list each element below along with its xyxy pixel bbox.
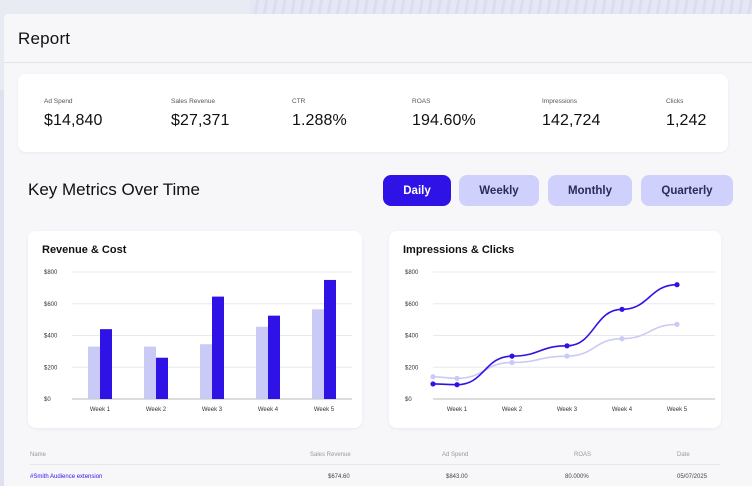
- column-header-ad-spend[interactable]: Ad Spend: [442, 452, 468, 458]
- y-tick-label: $600: [405, 302, 419, 308]
- column-header-name[interactable]: Name: [30, 452, 46, 458]
- tab-weekly[interactable]: Weekly: [459, 175, 539, 206]
- y-tick-label: $400: [44, 334, 58, 340]
- series-line: [432, 283, 678, 386]
- stat-value: 1,242: [666, 112, 707, 129]
- x-tick-label: Week 3: [202, 407, 223, 413]
- bar: [100, 329, 112, 399]
- x-tick-label: Week 5: [667, 407, 688, 413]
- y-tick-label: $0: [405, 397, 412, 403]
- stat-ctr: CTR 1.288%: [292, 98, 347, 130]
- x-tick-label: Week 1: [447, 407, 468, 413]
- background-decoration: [250, 0, 752, 14]
- y-tick-label: $400: [405, 334, 419, 340]
- data-point: [564, 343, 570, 349]
- y-tick-label: $600: [44, 302, 58, 308]
- bar: [312, 309, 324, 399]
- bar: [88, 346, 100, 399]
- y-tick-label: $200: [44, 365, 58, 371]
- stat-sales-revenue: Sales Revenue $27,371: [171, 98, 230, 130]
- page-title: Report: [18, 29, 71, 48]
- x-tick-label: Week 2: [146, 407, 167, 413]
- stat-clicks: Clicks 1,242: [666, 98, 707, 130]
- revenue-cost-chart: $800 $600 $400 $200 $0 Week 1 Week 2 Week 3 Week…: [44, 270, 352, 413]
- stat-label: Ad Spend: [44, 98, 73, 105]
- data-point: [509, 353, 515, 359]
- series-line: [432, 323, 678, 380]
- stat-ad-spend: Ad Spend $14,840: [44, 98, 103, 130]
- stat-value: $27,371: [171, 112, 230, 129]
- x-tick-label: Week 4: [612, 407, 633, 413]
- stat-value: 142,724: [542, 112, 601, 129]
- column-header-roas[interactable]: ROAS: [574, 452, 591, 458]
- tab-quarterly[interactable]: Quarterly: [641, 175, 733, 206]
- data-point: [619, 306, 625, 312]
- header-divider: [4, 62, 752, 63]
- stat-label: Impressions: [542, 98, 578, 105]
- stat-label: Sales Revenue: [171, 98, 216, 105]
- data-point: [509, 359, 515, 366]
- data-point: [454, 375, 460, 381]
- data-point: [430, 381, 436, 387]
- tab-monthly[interactable]: Monthly: [548, 175, 632, 206]
- y-tick-label: $200: [405, 365, 419, 371]
- y-tick-label: $0: [44, 397, 51, 403]
- section-title: Key Metrics Over Time: [28, 180, 200, 199]
- column-header-date[interactable]: Date: [677, 452, 690, 458]
- impressions-clicks-chart-card: Impressions & Clicks $800 $600 $400 $200 $0 W…: [389, 231, 721, 428]
- bar: [268, 315, 280, 399]
- stat-label: Clicks: [666, 98, 684, 105]
- y-tick-label: $800: [405, 270, 419, 276]
- cell-sales-revenue: $674.60: [328, 474, 350, 480]
- x-tick-label: Week 1: [90, 407, 111, 413]
- bar: [156, 357, 168, 399]
- column-header-sales-revenue[interactable]: Sales Revenue: [310, 452, 351, 458]
- cell-date: 05/07/2025: [677, 474, 708, 480]
- bar: [256, 326, 268, 399]
- y-tick-label: $800: [44, 270, 58, 276]
- cell-roas: 80.000%: [565, 474, 589, 480]
- impressions-clicks-chart: $800 $600 $400 $200 $0 Week 1 Week 2 Week 3 Week…: [405, 270, 715, 413]
- x-tick-label: Week 3: [557, 407, 578, 413]
- x-tick-label: Week 5: [314, 407, 335, 413]
- bar: [212, 296, 224, 399]
- data-point: [454, 382, 460, 388]
- data-point: [674, 321, 680, 327]
- data-point: [564, 353, 570, 359]
- stat-value: 1.288%: [292, 112, 347, 129]
- stat-label: CTR: [292, 98, 306, 105]
- cell-ad-spend: $843.00: [446, 474, 468, 480]
- data-point: [619, 336, 625, 342]
- bar: [144, 346, 156, 399]
- stat-label: ROAS: [412, 98, 431, 105]
- stat-value: 194.60%: [412, 112, 476, 129]
- stat-roas: ROAS 194.60%: [412, 98, 476, 130]
- data-point: [430, 374, 436, 380]
- stat-impressions: Impressions 142,724: [542, 98, 601, 130]
- x-tick-label: Week 4: [258, 407, 279, 413]
- revenue-cost-chart-card: Revenue & Cost $800 $600 $400 $200 $0 Week 1W…: [28, 231, 362, 428]
- data-point: [674, 282, 680, 288]
- bar: [200, 344, 212, 399]
- table-divider: [30, 464, 720, 465]
- stats-card: Ad Spend $14,840 Sales Revenue $27,371 C…: [18, 74, 728, 152]
- tab-daily[interactable]: Daily: [383, 175, 451, 206]
- x-tick-label: Week 2: [502, 407, 523, 413]
- stat-value: $14,840: [44, 112, 103, 129]
- bar: [324, 279, 336, 399]
- campaign-name-link[interactable]: #Smith Audience extension: [30, 474, 102, 480]
